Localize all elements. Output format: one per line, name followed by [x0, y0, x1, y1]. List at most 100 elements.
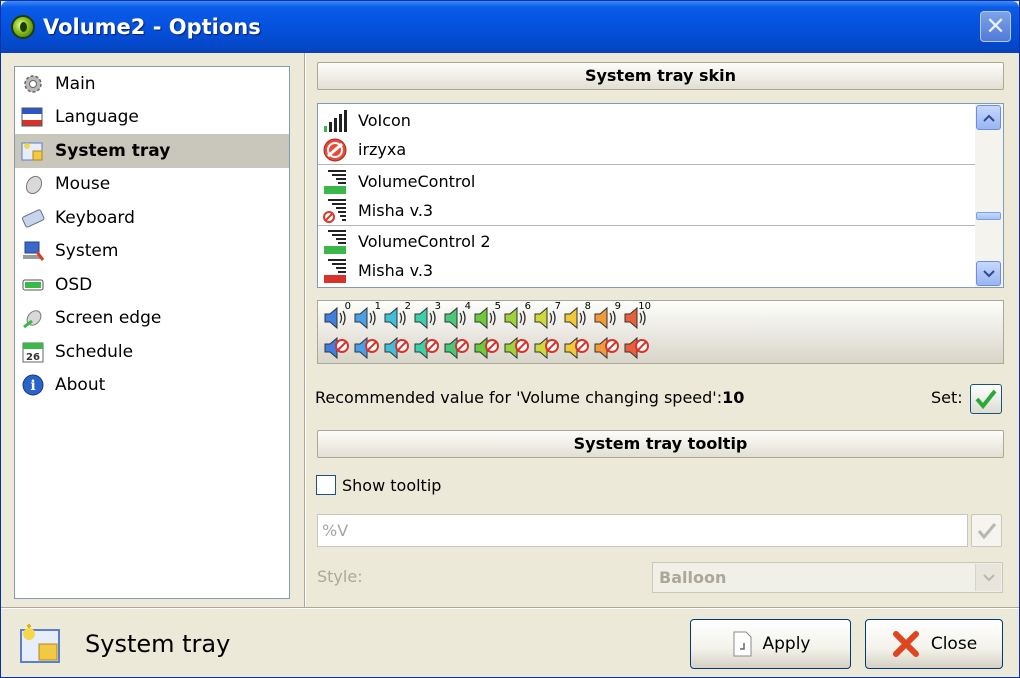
sidebar-item-label: System tray	[55, 140, 171, 161]
sidebar-item-label: Mouse	[55, 174, 111, 195]
panel-divider	[304, 53, 306, 607]
sidebar-item-keyboard[interactable]: Keyboard	[15, 201, 289, 235]
preview-row-muted	[322, 333, 652, 363]
recommended-value: 10	[722, 388, 745, 407]
speaker-muted-icon	[352, 333, 382, 363]
sidebar-item-mouse[interactable]: Mouse	[15, 168, 289, 202]
speaker-muted-icon	[442, 333, 472, 363]
scroll-thumb[interactable]	[976, 212, 1001, 220]
apply-button[interactable]: Apply	[690, 619, 851, 669]
computer-icon	[21, 239, 45, 263]
checkmark-icon	[977, 522, 996, 539]
dialog-footer: System tray Apply Close	[1, 607, 1019, 677]
checkmark-icon	[975, 389, 997, 410]
speaker-level-number: 5	[494, 301, 501, 312]
speaker-level-number: 9	[614, 301, 621, 312]
list-item[interactable]: Misha v.3	[318, 196, 433, 225]
skin-name: irzyxa	[358, 140, 407, 159]
sidebar-item-about[interactable]: i About	[15, 369, 289, 403]
tooltip-format-input[interactable]: %V	[317, 514, 968, 547]
speaker-level-number: 1	[374, 301, 381, 312]
no-entry-icon	[322, 137, 348, 163]
list-item[interactable]: irzyxa	[318, 135, 406, 164]
sidebar-item-label: OSD	[55, 274, 93, 295]
sidebar-item-main[interactable]: Main	[15, 67, 289, 101]
skin-name: VolumeControl	[358, 172, 476, 191]
speaker-level-icon: 1	[352, 301, 382, 333]
category-sidebar: Main Language System tray Mouse Keyboard…	[14, 66, 290, 599]
show-tooltip-label: Show tooltip	[342, 475, 442, 495]
speaker-muted-icon	[592, 333, 622, 363]
speaker-level-number: 10	[638, 301, 651, 312]
scroll-up-button[interactable]	[976, 105, 1001, 130]
skin-list-scrollbar[interactable]	[975, 104, 1003, 287]
sidebar-item-screen-edge[interactable]: Screen edge	[15, 302, 289, 336]
speaker-level-icon: 9	[592, 301, 622, 333]
chevron-down-icon[interactable]	[975, 564, 1001, 591]
close-button[interactable]: Close	[865, 619, 1003, 669]
volume-green-icon	[322, 169, 348, 195]
speaker-level-icon: 0	[322, 301, 352, 333]
show-tooltip-option[interactable]: Show tooltip	[316, 475, 441, 495]
osd-icon	[21, 273, 45, 297]
skin-preview: 0 1 2 3 4 5 6 7 8 9 10	[317, 300, 1004, 364]
tooltip-section-header: System tray tooltip	[317, 430, 1004, 458]
speaker-level-number: 8	[584, 301, 591, 312]
speaker-muted-icon	[622, 333, 652, 363]
speaker-muted-icon	[502, 333, 532, 363]
sidebar-item-system-tray[interactable]: System tray	[15, 134, 289, 168]
speaker-level-icon: 5	[472, 301, 502, 333]
volume-red-icon	[322, 258, 348, 284]
style-select[interactable]: Balloon	[652, 562, 1003, 593]
chevron-up-icon	[982, 114, 995, 122]
show-tooltip-checkbox[interactable]	[316, 475, 336, 495]
screen-edge-icon	[21, 306, 45, 330]
volume-green-icon	[322, 229, 348, 255]
signal-bars-icon	[322, 108, 348, 134]
window-close-button[interactable]: ✕	[980, 11, 1011, 42]
sidebar-item-osd[interactable]: OSD	[15, 268, 289, 302]
speaker-level-icon: 10	[622, 301, 652, 333]
skin-section-header: System tray skin	[317, 62, 1004, 90]
style-selected-value: Balloon	[659, 568, 727, 587]
close-label: Close	[930, 634, 978, 654]
gear-icon	[21, 72, 45, 96]
list-item[interactable]: VoIcon	[318, 106, 411, 135]
speaker-muted-icon	[532, 333, 562, 363]
speaker-level-number: 6	[524, 301, 531, 312]
speaker-muted-icon	[382, 333, 412, 363]
scroll-down-button[interactable]	[976, 261, 1001, 286]
sidebar-item-language[interactable]: Language	[15, 101, 289, 135]
recommended-label: Recommended value for 'Volume changing s…	[315, 388, 723, 407]
tooltip-apply-button[interactable]	[971, 514, 1002, 547]
apply-label: Apply	[762, 634, 811, 654]
skin-name: Misha v.3	[358, 261, 434, 280]
speaker-muted-icon	[322, 333, 352, 363]
preview-row-normal: 0 1 2 3 4 5 6 7 8 9 10	[322, 301, 652, 333]
skin-name: VolumeControl 2	[358, 232, 491, 251]
volume2-app-icon	[11, 15, 35, 39]
skin-name: VoIcon	[358, 111, 411, 130]
speaker-muted-icon	[562, 333, 592, 363]
list-item[interactable]: VolumeControl 2	[318, 227, 491, 256]
speaker-level-number: 2	[404, 301, 411, 312]
skin-listbox[interactable]: VoIcon irzyxa VolumeControl Misha v.3 Vo…	[317, 103, 1004, 288]
calendar-icon: 26	[21, 340, 45, 364]
volume-muted-icon	[322, 198, 348, 224]
keyboard-icon	[21, 206, 45, 230]
window-title: Volume2 - Options	[43, 15, 261, 39]
speaker-muted-icon	[472, 333, 502, 363]
sidebar-item-schedule[interactable]: 26 Schedule	[15, 335, 289, 369]
speaker-level-number: 4	[464, 301, 471, 312]
sidebar-item-label: System	[55, 241, 119, 262]
sidebar-item-system[interactable]: System	[15, 235, 289, 269]
skin-name: Misha v.3	[358, 201, 434, 220]
set-recommended-button[interactable]	[970, 384, 1002, 414]
sidebar-item-label: Keyboard	[55, 207, 135, 228]
list-item[interactable]: VolumeControl	[318, 167, 475, 196]
group-separator	[318, 164, 976, 165]
speaker-level-icon: 6	[502, 301, 532, 333]
close-x-icon	[891, 629, 921, 659]
list-item[interactable]: Misha v.3	[318, 256, 433, 285]
title-bar[interactable]: Volume2 - Options ✕	[1, 1, 1019, 53]
